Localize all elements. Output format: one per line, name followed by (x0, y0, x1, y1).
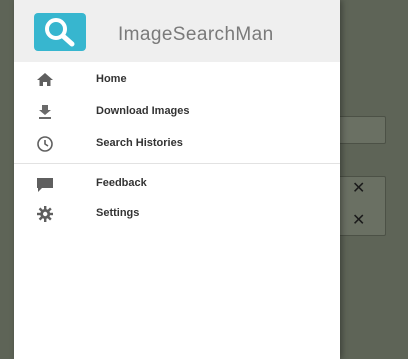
menu-item-label: Home (96, 73, 127, 85)
clock-icon (34, 134, 56, 154)
navigation-drawer: ImageSearchMan Home Download Images Sear… (14, 0, 340, 359)
menu-item-download-images[interactable]: Download Images (14, 98, 340, 126)
app-logo (34, 13, 86, 51)
menu-item-search-histories[interactable]: Search Histories (14, 130, 340, 158)
menu-item-settings[interactable]: Settings (14, 200, 340, 228)
menu-item-label: Search Histories (96, 137, 183, 149)
download-icon (34, 102, 56, 122)
drawer-header: ImageSearchMan (14, 0, 340, 62)
background-close-icon: ✕ (352, 178, 366, 197)
menu-item-home[interactable]: Home (14, 66, 340, 94)
settings-icon (34, 204, 56, 224)
menu-divider (14, 163, 340, 164)
feedback-icon (34, 174, 56, 194)
app-title: ImageSearchMan (118, 24, 274, 45)
search-icon (45, 18, 75, 47)
menu-item-label: Feedback (96, 177, 147, 189)
menu-item-label: Settings (96, 207, 140, 219)
menu-item-feedback[interactable]: Feedback (14, 170, 340, 198)
screen: ✕ ✕ ImageSearchMan Home Download Images … (0, 0, 408, 359)
menu-item-label: Download Images (96, 105, 190, 117)
home-icon (34, 70, 56, 90)
background-close-icon: ✕ (352, 210, 366, 229)
